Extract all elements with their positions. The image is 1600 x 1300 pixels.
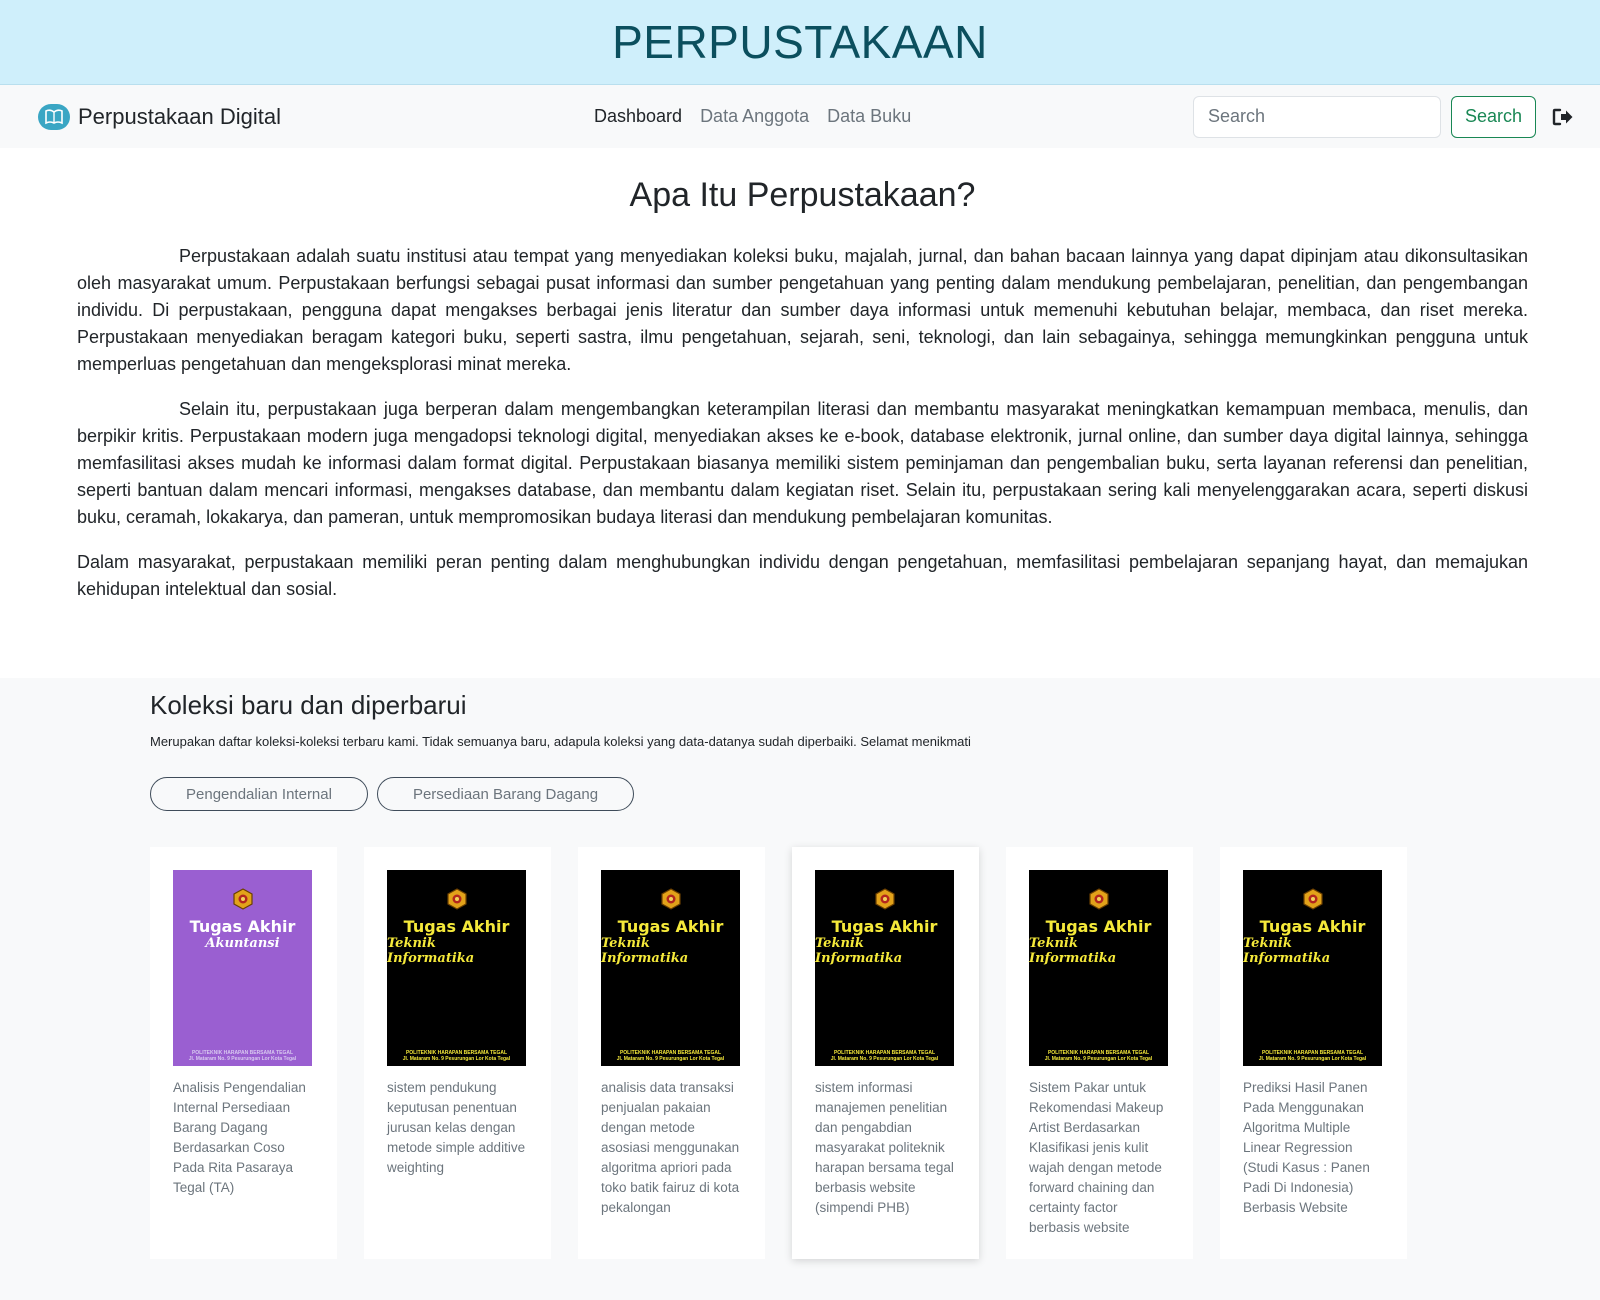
emblem-icon [660, 888, 682, 915]
cover-footer: POLITEKNIK HARAPAN BERSAMA TEGAL Jl. Mat… [616, 1050, 725, 1062]
emblem-icon [874, 888, 896, 915]
about-paragraph: Dalam masyarakat, perpustakaan memiliki … [77, 552, 1528, 599]
book-cover: Tugas Akhir Akuntansi POLITEKNIK HARAPAN… [173, 870, 312, 1066]
emblem-icon [1302, 888, 1324, 915]
book-cover: Tugas Akhir Teknik Informatika POLITEKNI… [1243, 870, 1382, 1066]
emblem-icon [446, 888, 468, 915]
book-title[interactable]: sistem pendukung keputusan penentuan jur… [387, 1078, 528, 1178]
search-button[interactable]: Search [1450, 95, 1536, 138]
cover-subtitle: Teknik Informatika [601, 936, 689, 966]
book-title[interactable]: Analisis Pengendalian Internal Persediaa… [173, 1078, 314, 1198]
book-title[interactable]: Sistem Pakar untuk Rekomendasi Makeup Ar… [1029, 1078, 1170, 1238]
book-card[interactable]: Tugas Akhir Teknik Informatika POLITEKNI… [1006, 847, 1193, 1259]
nav-link-dashboard[interactable]: Dashboard [594, 106, 682, 127]
book-icon [38, 103, 70, 130]
book-cover: Tugas Akhir Teknik Informatika POLITEKNI… [1029, 870, 1168, 1066]
book-card[interactable]: Tugas Akhir Teknik Informatika POLITEKNI… [364, 847, 551, 1259]
cover-subtitle: Teknik Informatika [387, 936, 475, 966]
logout-icon[interactable] [1550, 104, 1576, 130]
search-input[interactable] [1192, 95, 1441, 138]
about-section: Apa Itu Perpustakaan? Perpustakaan adala… [0, 148, 1600, 603]
cover-subtitle: Akuntansi [205, 936, 280, 951]
about-heading: Apa Itu Perpustakaan? [629, 176, 976, 214]
cover-subtitle: Teknik Informatika [815, 936, 903, 966]
book-cover: Tugas Akhir Teknik Informatika POLITEKNI… [815, 870, 954, 1066]
nav-link-data-buku[interactable]: Data Buku [827, 106, 911, 127]
cover-title: Tugas Akhir [617, 917, 724, 936]
about-paragraph: Selain itu, perpustakaan juga berperan d… [77, 399, 1528, 527]
filter-pills: Pengendalian Internal Persediaan Barang … [150, 777, 1600, 811]
top-banner: PERPUSTAKAAN [0, 0, 1600, 85]
cover-title: Tugas Akhir [831, 917, 938, 936]
book-cover: Tugas Akhir Teknik Informatika POLITEKNI… [601, 870, 740, 1066]
cover-footer: POLITEKNIK HARAPAN BERSAMA TEGAL Jl. Mat… [402, 1050, 511, 1062]
cover-title: Tugas Akhir [1045, 917, 1152, 936]
navbar: Perpustakaan Digital Dashboard Data Angg… [0, 85, 1600, 148]
navbar-brand[interactable]: Perpustakaan Digital [38, 103, 282, 130]
book-card[interactable]: Tugas Akhir Teknik Informatika POLITEKNI… [1220, 847, 1407, 1259]
book-title[interactable]: sistem informasi manajemen penelitian da… [815, 1078, 956, 1218]
nav-links: Dashboard Data Anggota Data Buku [594, 85, 911, 148]
about-paragraph: Perpustakaan adalah suatu institusi atau… [77, 246, 1528, 374]
cover-footer: POLITEKNIK HARAPAN BERSAMA TEGAL Jl. Mat… [1258, 1050, 1367, 1062]
cover-title: Tugas Akhir [403, 917, 510, 936]
book-title[interactable]: Prediksi Hasil Panen Pada Menggunakan Al… [1243, 1078, 1384, 1218]
cover-subtitle: Teknik Informatika [1029, 936, 1117, 966]
book-card[interactable]: Tugas Akhir Teknik Informatika POLITEKNI… [792, 847, 979, 1259]
emblem-icon [1088, 888, 1110, 915]
banner-title: PERPUSTAKAAN [612, 16, 988, 68]
filter-pill-persediaan-barang-dagang[interactable]: Persediaan Barang Dagang [376, 777, 635, 811]
brand-label: Perpustakaan Digital [78, 103, 282, 129]
koleksi-section: Koleksi baru dan diperbarui Merupakan da… [0, 678, 1600, 1300]
book-cover: Tugas Akhir Teknik Informatika POLITEKNI… [387, 870, 526, 1066]
emblem-icon [232, 888, 254, 915]
cover-subtitle: Teknik Informatika [1243, 936, 1331, 966]
cover-title: Tugas Akhir [189, 917, 296, 936]
cover-title: Tugas Akhir [1259, 917, 1366, 936]
filter-pill-pengendalian-internal[interactable]: Pengendalian Internal [150, 777, 368, 811]
cover-footer: POLITEKNIK HARAPAN BERSAMA TEGAL Jl. Mat… [188, 1050, 297, 1062]
nav-link-data-anggota[interactable]: Data Anggota [700, 106, 809, 127]
book-card[interactable]: Tugas Akhir Teknik Informatika POLITEKNI… [578, 847, 765, 1259]
cover-footer: POLITEKNIK HARAPAN BERSAMA TEGAL Jl. Mat… [1044, 1050, 1153, 1062]
navbar-search-group: Search [1192, 95, 1576, 138]
book-title[interactable]: analisis data transaksi penjualan pakaia… [601, 1078, 742, 1218]
book-card[interactable]: Tugas Akhir Akuntansi POLITEKNIK HARAPAN… [150, 847, 337, 1259]
book-cards: Tugas Akhir Akuntansi POLITEKNIK HARAPAN… [150, 847, 1600, 1259]
cover-footer: POLITEKNIK HARAPAN BERSAMA TEGAL Jl. Mat… [830, 1050, 939, 1062]
koleksi-description: Merupakan daftar koleksi-koleksi terbaru… [150, 734, 971, 749]
koleksi-heading: Koleksi baru dan diperbarui [150, 690, 467, 720]
